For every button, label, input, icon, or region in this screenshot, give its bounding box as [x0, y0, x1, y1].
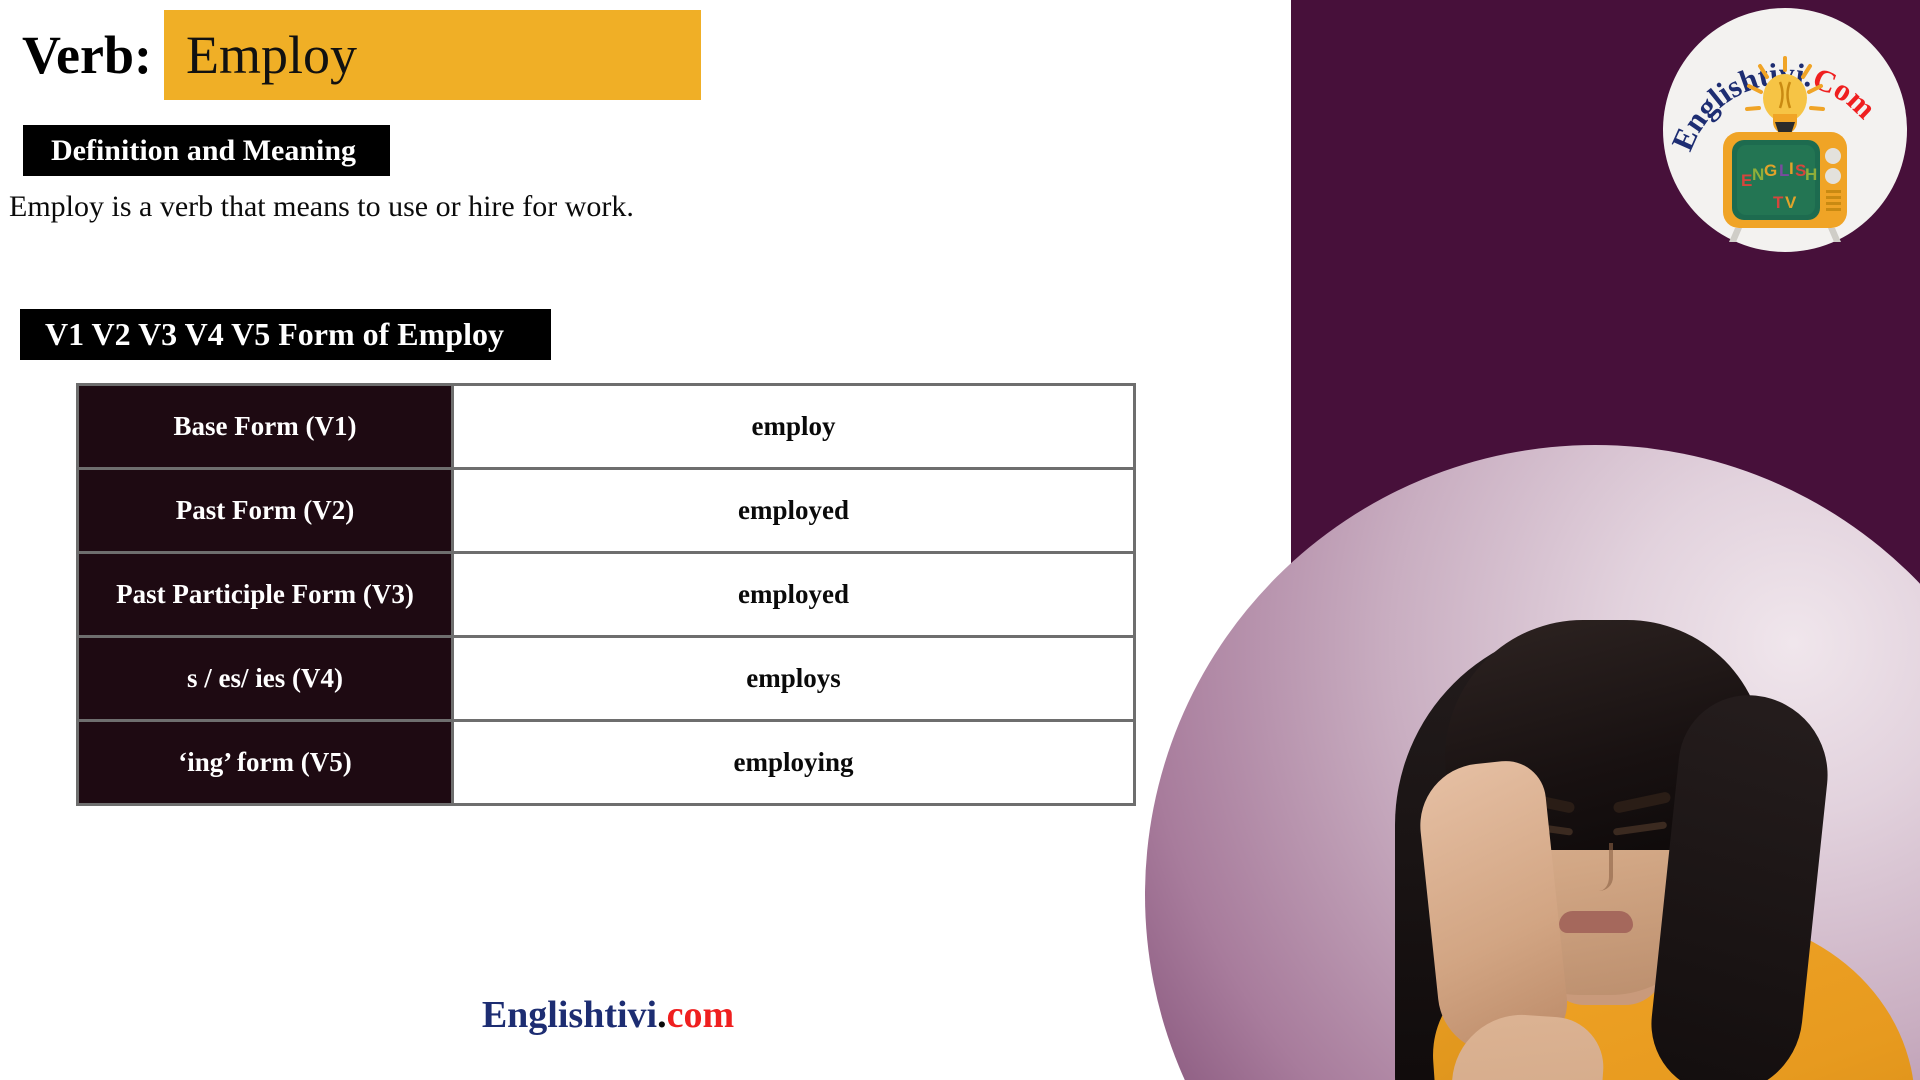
verb-label: Verb:: [22, 25, 152, 85]
television-icon: E N G L I S H T V: [1723, 132, 1847, 242]
tv-letter-g: G: [1764, 161, 1777, 180]
form-label-v2: Past Form (V2): [76, 467, 454, 554]
verb-forms-table-body: Base Form (V1) employ Past Form (V2) emp…: [76, 383, 1136, 806]
tv-letter-v: V: [1785, 193, 1797, 212]
tv-letter-e: E: [1741, 171, 1752, 190]
table-row: ‘ing’ form (V5) employing: [76, 719, 1136, 806]
tv-letter-h: H: [1805, 165, 1817, 184]
footer-brand-name: Englishtivi: [481, 994, 658, 1036]
photo-nose: [1583, 843, 1613, 891]
form-value-v4: employs: [451, 635, 1136, 722]
verb-value-highlight: Employ: [164, 10, 701, 100]
definition-text: Employ is a verb that means to use or hi…: [9, 190, 634, 223]
photo-circle: [1145, 445, 1920, 1080]
verb-header: Verb: Employ: [22, 10, 701, 100]
table-row: s / es/ ies (V4) employs: [76, 635, 1136, 722]
definition-badge: Definition and Meaning: [23, 125, 390, 176]
verb-forms-badge: V1 V2 V3 V4 V5 Form of Employ: [20, 309, 551, 360]
footer-brand-dot: .: [657, 994, 667, 1036]
tv-letter-t: T: [1773, 193, 1784, 212]
englishtivi-logo[interactable]: Englishtivi.Com E N G L I S H T V: [1663, 8, 1907, 252]
student-photo: [1145, 445, 1920, 1080]
table-row: Past Form (V2) employed: [76, 467, 1136, 554]
form-label-v1: Base Form (V1): [76, 383, 454, 470]
form-value-v3: employed: [451, 551, 1136, 638]
form-label-v5: ‘ing’ form (V5): [76, 719, 454, 806]
lightbulb-icon: [1763, 74, 1807, 134]
footer-brand-tld: com: [666, 994, 735, 1036]
verb-forms-table: Base Form (V1) employ Past Form (V2) emp…: [76, 383, 1136, 806]
logo-text-secondary: Com: [1808, 60, 1883, 125]
form-label-v3: Past Participle Form (V3): [76, 551, 454, 638]
photo-mouth: [1559, 911, 1633, 933]
form-label-v4: s / es/ ies (V4): [76, 635, 454, 722]
infographic-canvas: Englishtivi. Com E N G L I S H T V Verb: …: [0, 0, 1920, 1080]
logo-artwork: Englishtivi.Com E N G L I S H T V: [1664, 56, 1883, 242]
table-row: Base Form (V1) employ: [76, 383, 1136, 470]
form-value-v2: employed: [451, 467, 1136, 554]
table-row: Past Participle Form (V3) employed: [76, 551, 1136, 638]
tv-letter-l: L: [1779, 161, 1789, 180]
form-value-v5: employing: [451, 719, 1136, 806]
tv-letter-n: N: [1752, 165, 1764, 184]
footer-brand[interactable]: Englishtivi.com: [0, 993, 1216, 1037]
tv-letter-i: I: [1789, 159, 1794, 178]
form-value-v1: employ: [451, 383, 1136, 470]
